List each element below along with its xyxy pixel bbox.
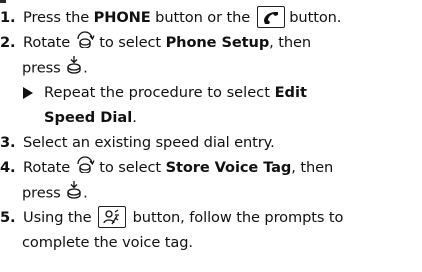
step-text: . (132, 109, 137, 126)
step-number: 5. (0, 209, 16, 226)
step-1: 1. Press the PHONE button or the button. (0, 5, 422, 30)
step-text: button or the (150, 9, 255, 26)
step-5: 5. Using the button, follow the prompts … (0, 205, 422, 230)
step-text: to select (94, 34, 166, 51)
step-2-substep-continued: Speed Dial. (0, 105, 422, 130)
talk-button-icon (98, 206, 127, 228)
step-text: Select an existing speed dial entry. (23, 134, 275, 151)
step-number: 1. (0, 9, 16, 26)
instruction-steps: 1. Press the PHONE button or the button.… (0, 5, 422, 255)
step-text: . (83, 184, 88, 202)
step-3: 3. Select an existing speed dial entry. (0, 130, 422, 155)
selector-knob-icon (75, 155, 95, 181)
step-text: Press the (23, 9, 94, 26)
step-text: Repeat the procedure to select (44, 84, 275, 101)
step-text: Rotate (23, 159, 75, 176)
step-text: complete the voice tag. (22, 234, 193, 251)
step-text: press (22, 59, 66, 77)
step-4: 4. Rotate to select Store Voice Tag, the… (0, 155, 422, 180)
step-number: 3. (0, 134, 16, 151)
step-4-continued: press . (0, 180, 422, 205)
step-text: Rotate (23, 34, 75, 51)
step-5-continued: complete the voice tag. (0, 230, 422, 255)
step-text: . (83, 59, 88, 77)
store-voice-tag-label: Store Voice Tag (165, 159, 292, 176)
step-2: 2. Rotate to select Phone Setup, then (0, 30, 422, 55)
edit-label: Edit (274, 84, 307, 101)
step-text: , then (269, 34, 312, 51)
step-text: , then (291, 159, 334, 176)
phone-button-icon (256, 6, 285, 28)
selector-knob-icon (75, 30, 95, 56)
step-text: to select (94, 159, 166, 176)
phone-label: PHONE (93, 9, 151, 26)
step-text: press (22, 184, 66, 202)
speed-dial-label: Speed Dial (44, 109, 133, 126)
step-number: 4. (0, 159, 16, 176)
page-edge-mark (0, 0, 6, 3)
step-2-substep: Repeat the procedure to select Edit (0, 80, 422, 105)
press-knob-icon (65, 55, 83, 82)
triangle-arrow-icon (23, 87, 33, 99)
step-text: Using the (23, 209, 97, 226)
step-text: button. (284, 9, 342, 26)
step-2-continued: press . (0, 55, 422, 80)
step-text: button, follow the prompts to (128, 209, 344, 226)
press-knob-icon (65, 180, 83, 207)
phone-setup-label: Phone Setup (165, 34, 270, 51)
step-number: 2. (0, 34, 16, 51)
